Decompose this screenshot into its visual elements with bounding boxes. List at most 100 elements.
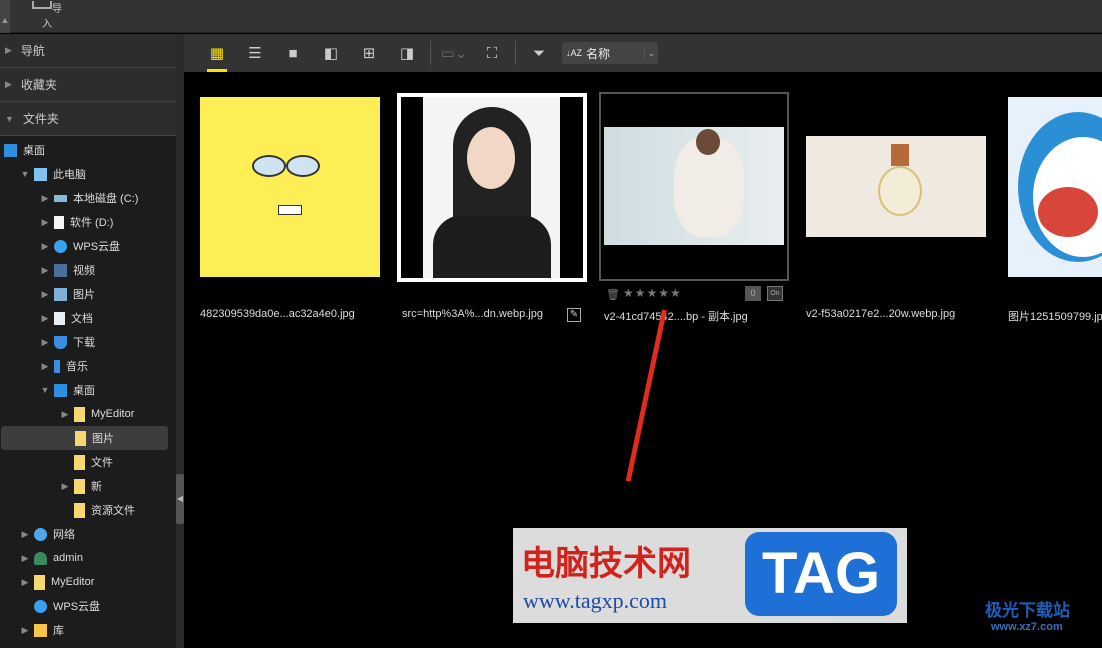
expand-arrow-icon[interactable]: ▶ xyxy=(20,577,30,588)
collapse-ribbon-button[interactable]: ▲ xyxy=(0,0,10,33)
user-icon xyxy=(34,551,47,565)
expand-arrow-icon[interactable]: ▶ xyxy=(40,337,50,348)
tree-item-label: 文件 xyxy=(91,457,113,469)
collapse-arrow-icon: ▼ xyxy=(5,113,14,124)
tree-item[interactable]: ▶ 视频 xyxy=(0,258,176,282)
tree-item[interactable]: ▶ 软件 (D:) xyxy=(0,210,176,234)
expand-arrow-icon[interactable]: ▶ xyxy=(40,217,50,228)
expand-arrow-icon[interactable]: ▼ xyxy=(20,169,30,179)
watermark-tagxp: 电脑技术网 www.tagxp.com TAG xyxy=(513,528,907,623)
fullscreen-button[interactable]: ⛶ xyxy=(473,34,511,72)
tree-item[interactable]: ▶ 下载 xyxy=(0,330,176,354)
expand-arrow-icon[interactable]: ▶ xyxy=(60,481,70,492)
panel-splitter[interactable]: ◀ xyxy=(176,34,184,648)
tree-item-label: 图片 xyxy=(73,289,95,301)
layout-dropdown-button[interactable]: ▭⌄ xyxy=(435,34,473,72)
label-badge[interactable]: 0 xyxy=(745,286,761,301)
file-name: v2-f53a0217e2...20w.webp.jpg xyxy=(806,308,956,320)
watermark-xz7: 极光下载站 www.xz7.com xyxy=(985,601,1070,633)
tree-item-label: 音乐 xyxy=(66,361,88,373)
tree-item[interactable]: ▶ 新 xyxy=(0,474,176,498)
folder-icon xyxy=(74,478,85,494)
tree-item[interactable]: ▶ 文档 xyxy=(0,306,176,330)
expand-arrow-icon[interactable]: ▼ xyxy=(40,385,50,395)
rating-stars[interactable]: ★★★★★ xyxy=(623,286,682,300)
thumbnail-image xyxy=(599,92,789,281)
edited-icon: ✎ xyxy=(567,308,581,322)
tree-item[interactable]: ▶ 网络 xyxy=(0,522,176,546)
tree-item[interactable]: WPS云盘 xyxy=(0,594,176,618)
expand-arrow-icon[interactable]: ▶ xyxy=(40,193,50,204)
tree-item-label: admin xyxy=(53,552,83,564)
music-icon xyxy=(54,359,60,373)
sort-dropdown[interactable]: ↓AZ 名称 ⌄ xyxy=(562,42,658,64)
tree-item[interactable]: 文件 xyxy=(0,450,176,474)
tree-item[interactable]: ▶ MyEditor xyxy=(0,570,176,594)
tree-item[interactable]: ▶ 图片 xyxy=(0,282,176,306)
tree-item-label: 软件 (D:) xyxy=(70,217,114,229)
video-icon xyxy=(54,263,67,277)
tree-item[interactable]: 资源文件 xyxy=(0,498,176,522)
expand-arrow-icon[interactable]: ▶ xyxy=(40,313,50,324)
desktop-icon xyxy=(54,383,67,397)
tree-item-label: 此电脑 xyxy=(53,169,86,181)
section-folders[interactable]: ▼ 文件夹 xyxy=(0,102,176,136)
view-toolbar: ▦ ☰ ■ ◧ ⊞ ◨ ▭⌄ ⛶ ⏷ ↓AZ 名称 ⌄ xyxy=(184,34,1102,72)
computer-icon xyxy=(34,167,47,181)
compare-4-view-button[interactable]: ⊞ xyxy=(350,34,388,72)
tree-item[interactable]: ▶ 本地磁盘 (C:) xyxy=(0,186,176,210)
filter-button[interactable]: ⏷ xyxy=(520,34,558,72)
top-ribbon: ▲ 导入 xyxy=(0,0,1102,33)
chevron-down-icon: ⌄ xyxy=(644,47,658,59)
list-view-button[interactable]: ☰ xyxy=(236,34,274,72)
folder-icon xyxy=(75,430,86,446)
sidebar: ▶ 导航 ▶ 收藏夹 ▼ 文件夹 桌面 ▼ 此电脑 ▶ 本地磁盘 (C:) ▶ 软件 (D:) ▶ W… xyxy=(0,34,176,648)
folder-icon xyxy=(74,454,85,470)
single-view-button[interactable]: ■ xyxy=(274,34,312,72)
import-button[interactable]: 导入 xyxy=(30,0,64,30)
import-icon xyxy=(32,1,52,9)
expand-arrow-icon[interactable]: ▶ xyxy=(20,625,30,636)
delete-icon[interactable]: 🗑 xyxy=(606,288,620,301)
drive-icon xyxy=(54,194,67,202)
file-name: src=http%3A%...dn.webp.jpg xyxy=(402,308,543,320)
folder-icon xyxy=(34,574,45,590)
expand-arrow-icon[interactable]: ▶ xyxy=(40,265,50,276)
expand-arrow-icon[interactable]: ▶ xyxy=(40,361,50,372)
sort-icon: ↓AZ xyxy=(566,48,583,58)
section-favorites[interactable]: ▶ 收藏夹 xyxy=(0,68,176,102)
info-toggle-icon[interactable]: On xyxy=(767,286,783,301)
expand-arrow-icon: ▶ xyxy=(5,45,12,55)
collapse-panel-button[interactable]: ◀ xyxy=(176,474,184,524)
expand-arrow-icon[interactable]: ▶ xyxy=(40,241,50,252)
tree-item-label: 资源文件 xyxy=(91,505,135,517)
file-name: 482309539da0e...ac32a4e0.jpg xyxy=(200,308,355,320)
expand-arrow-icon[interactable]: ▶ xyxy=(20,553,30,564)
before-after-view-button[interactable]: ◨ xyxy=(388,34,426,72)
desktop-icon xyxy=(4,143,17,157)
tree-item[interactable]: ▶ admin xyxy=(0,546,176,570)
tree-item[interactable]: ▶ WPS云盘 xyxy=(0,234,176,258)
tree-item-label: 新 xyxy=(91,481,102,493)
tree-item[interactable]: ▶ MyEditor xyxy=(0,402,176,426)
tree-item-label: 桌面 xyxy=(23,145,45,157)
expand-arrow-icon[interactable]: ▶ xyxy=(20,529,30,540)
expand-arrow-icon[interactable]: ▶ xyxy=(60,409,70,420)
document-icon xyxy=(54,311,65,325)
tree-item[interactable]: ▶ 音乐 xyxy=(0,354,176,378)
tree-item[interactable]: ▼ 此电脑 xyxy=(0,162,176,186)
tree-item[interactable]: ▶ 库 xyxy=(0,618,176,642)
thumbnail-image xyxy=(397,93,587,282)
tree-item[interactable]: 桌面 xyxy=(0,138,176,162)
tree-item-label: MyEditor xyxy=(51,576,95,588)
picture-icon xyxy=(54,287,67,301)
grid-view-button[interactable]: ▦ xyxy=(198,34,236,72)
tree-item[interactable]: 图片 xyxy=(1,426,168,450)
tree-item-label: 桌面 xyxy=(73,385,95,397)
compare-2-view-button[interactable]: ◧ xyxy=(312,34,350,72)
tree-item[interactable]: ▼ 桌面 xyxy=(0,378,176,402)
expand-arrow-icon[interactable]: ▶ xyxy=(40,289,50,300)
tree-item-label: WPS云盘 xyxy=(53,601,101,613)
section-navigation[interactable]: ▶ 导航 xyxy=(0,34,176,68)
tree-item-label: 网络 xyxy=(53,529,75,541)
